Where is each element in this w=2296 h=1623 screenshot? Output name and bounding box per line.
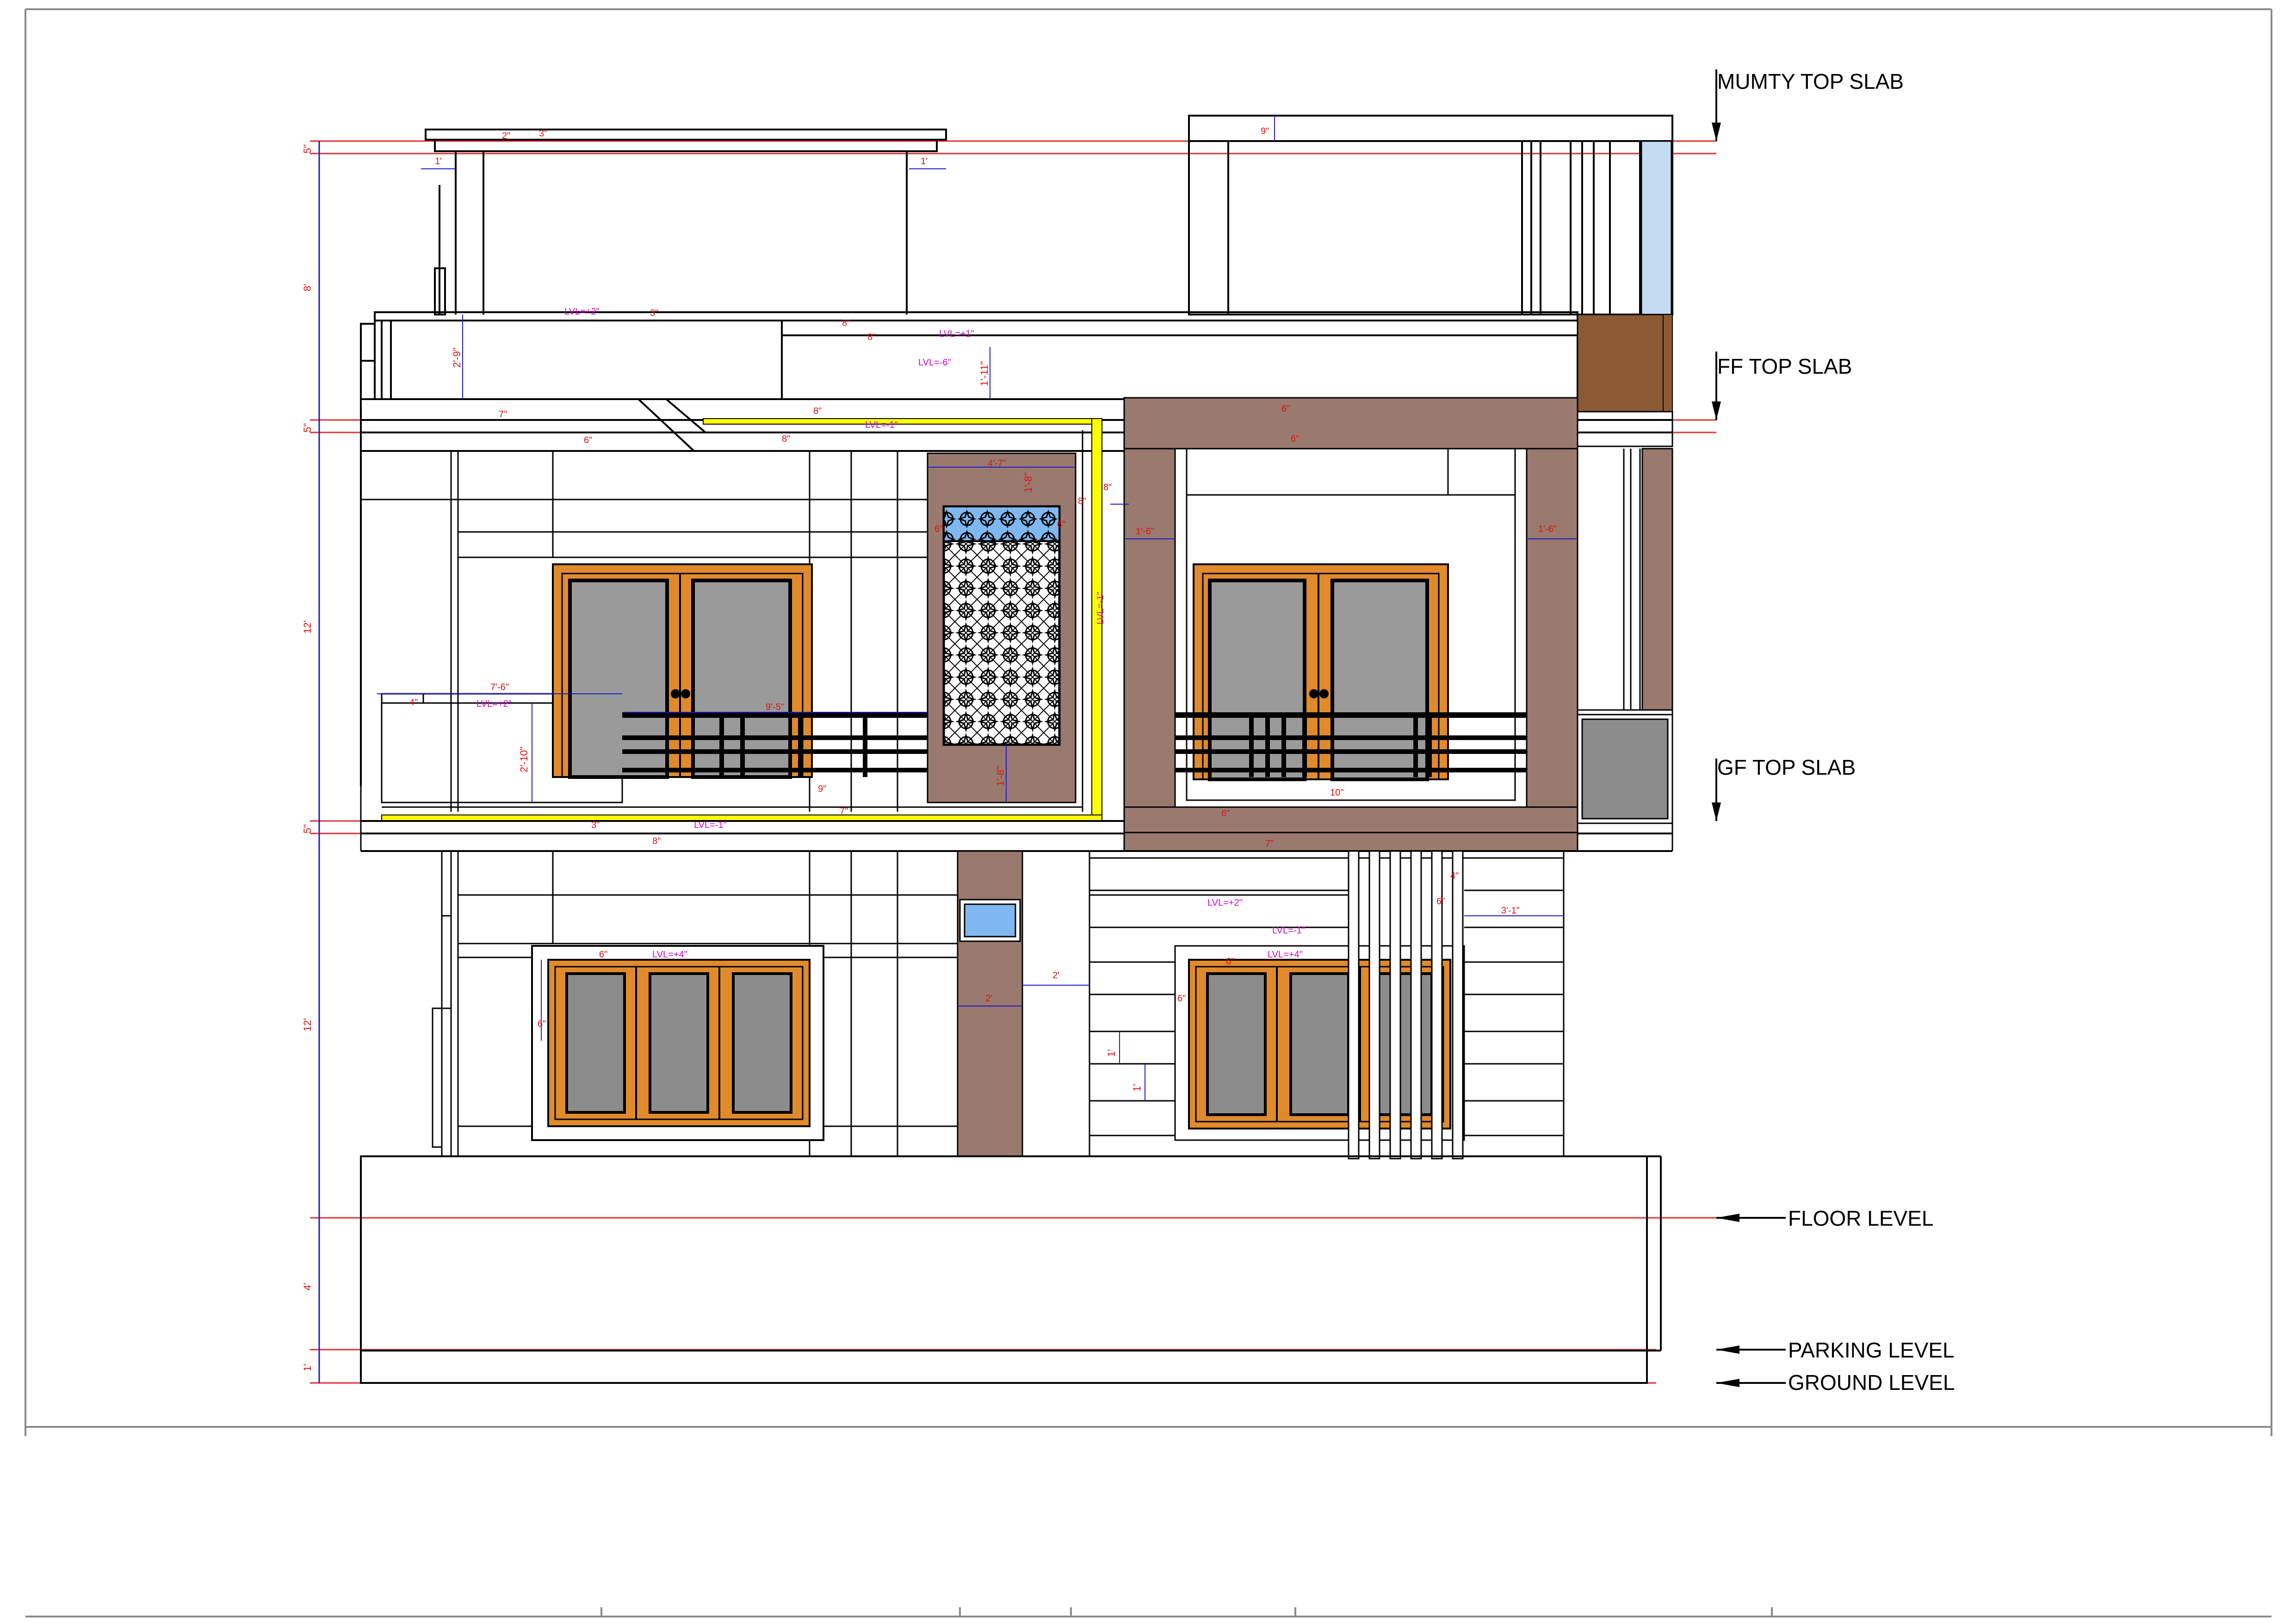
dim-7in: 7" <box>499 409 507 420</box>
dim-4in: 4" <box>409 697 418 708</box>
dim-8in-g: 8" <box>652 836 661 846</box>
dim-left-5b: 5" <box>302 423 313 432</box>
ff-right-door <box>1193 563 1449 781</box>
label-mumty-top-slab: MUMTY TOP SLAB <box>1717 69 1904 93</box>
dim-3-1: 3'-1" <box>1501 906 1520 916</box>
dim-1-6b: 1'-6" <box>1538 524 1557 534</box>
dim-6in-k: 6" <box>1436 896 1445 907</box>
dim-6in-f: 6" <box>1221 808 1230 819</box>
dim-1ft-c: 1' <box>1106 1049 1117 1057</box>
note-lvl-a: LVL=+2" <box>564 307 600 317</box>
note-lvl-c: LVL=-6" <box>918 358 951 368</box>
note-lvl-h: LVL=+2" <box>1207 898 1243 908</box>
dim-1ft-a: 1' <box>435 156 442 167</box>
dim-1-6a: 1'-6" <box>1136 526 1154 537</box>
jali-panel <box>927 452 1077 803</box>
dim-1-11: 1'-11" <box>978 361 990 386</box>
door-handle-icon <box>1309 689 1318 698</box>
dim-8in-b: 8" <box>867 332 876 342</box>
dim-4in-b: 4" <box>1450 871 1459 881</box>
central-pier <box>957 850 1023 1157</box>
note-lvl-i: LVL=-1" <box>1272 926 1305 936</box>
dim-10in: 10" <box>1330 788 1343 798</box>
right-column-band <box>1577 411 1673 447</box>
dim-6in-e: 6" <box>1057 519 1065 530</box>
dim-8in-e: 8" <box>782 434 790 444</box>
dim-6in-i: 6" <box>1177 994 1186 1004</box>
dim-2ft-b: 2' <box>1052 970 1059 981</box>
door-handle-icon <box>671 689 680 698</box>
note-lvl-d: LVL=-1" <box>865 420 898 430</box>
dim-6in-d: 6" <box>934 524 943 534</box>
dim-1-8b: 1'-8" <box>995 766 1006 786</box>
dim-7-6: 7'-6" <box>490 682 509 692</box>
dim-9-5: 9'-5" <box>766 702 784 712</box>
dim-9in: 9" <box>1261 126 1269 136</box>
label-floor-level: FLOOR LEVEL <box>1788 1206 1933 1230</box>
dim-left-12a: 12' <box>302 620 313 634</box>
dim-8in-f: 8" <box>1078 496 1086 506</box>
dim-2-10: 2'-10" <box>518 747 530 772</box>
label-ground-level: GROUND LEVEL <box>1788 1370 1955 1395</box>
dim-1-8: 1'-8" <box>1022 472 1034 493</box>
ff-left-door <box>552 563 813 779</box>
dim-1ft-b: 1' <box>921 156 928 167</box>
level-markers <box>1712 69 1786 1387</box>
stair-wood-panel <box>1577 314 1671 413</box>
ff-slab-yellow <box>703 418 1102 425</box>
label-gf-top-slab: GF TOP SLAB <box>1717 755 1856 779</box>
stair-wood-strip <box>1663 314 1673 412</box>
dim-8in-c: 8" <box>813 406 822 416</box>
dim-3in-c: 3" <box>591 820 600 830</box>
dim-left-8ft: 8' <box>302 284 313 291</box>
right-side-tower <box>1577 448 1673 851</box>
dim-left-1ft: 1' <box>302 1364 313 1371</box>
door-handle-icon <box>1319 689 1329 698</box>
vent-window-icon <box>964 903 1016 938</box>
dim-8in-d: 8" <box>1103 482 1112 493</box>
dim-2ft-a: 2' <box>985 994 992 1004</box>
dim-6in-c: 6" <box>1291 434 1299 444</box>
dim-7in-b: 7" <box>840 806 848 816</box>
mumty-glass-panel <box>1640 140 1672 315</box>
note-lvl-e: LVL=+2" <box>477 699 512 709</box>
dim-2in: 2" <box>502 131 510 141</box>
gf-left-window <box>531 945 824 1141</box>
note-lvl-k: LVL=-1" <box>1095 592 1106 624</box>
dim-2-9: 2'-9" <box>451 347 463 368</box>
left-dimension-chain: 5" 8' 5" 12' 5" 12' 4' 1' <box>302 141 320 1383</box>
dim-3in: 3" <box>539 129 547 139</box>
dim-6in-a: 6" <box>584 435 592 445</box>
note-lvl-g: LVL=+4" <box>652 950 687 960</box>
label-parking-level: PARKING LEVEL <box>1788 1338 1955 1362</box>
door-handle-icon <box>681 689 690 698</box>
dim-3in-b: 3" <box>650 308 658 318</box>
dim-left-5a: 5" <box>302 144 313 154</box>
note-lvl-j: LVL=+4" <box>1268 950 1303 960</box>
dim-4-7: 4'-7" <box>988 458 1006 469</box>
dim-left-5c: 5" <box>302 824 313 833</box>
dim-1ft-d: 1' <box>1131 1084 1143 1092</box>
dim-7in-c: 7" <box>1265 839 1274 849</box>
dim-9in-b: 9" <box>818 784 826 794</box>
dim-6in-h: 6" <box>538 1019 546 1029</box>
note-lvl-b: LVL=+1" <box>939 329 974 339</box>
dim-6in-g: 6" <box>599 950 607 960</box>
dim-left-12b: 12' <box>302 1018 313 1031</box>
dim-6in-b: 6" <box>1281 404 1290 414</box>
note-lvl-f: LVL=-1" <box>694 820 727 830</box>
mumty-structure <box>425 115 1673 315</box>
dim-6in-j: 6" <box>1226 957 1234 967</box>
elevation-drawing: 5" 8' 5" 12' 5" 12' 4' 1' MUMTY TOP SLAB… <box>25 8 2272 1617</box>
label-ff-top-slab: FF TOP SLAB <box>1717 354 1852 378</box>
dim-left-4ft: 4' <box>302 1283 313 1290</box>
dim-8in-a: 8" <box>842 318 850 328</box>
